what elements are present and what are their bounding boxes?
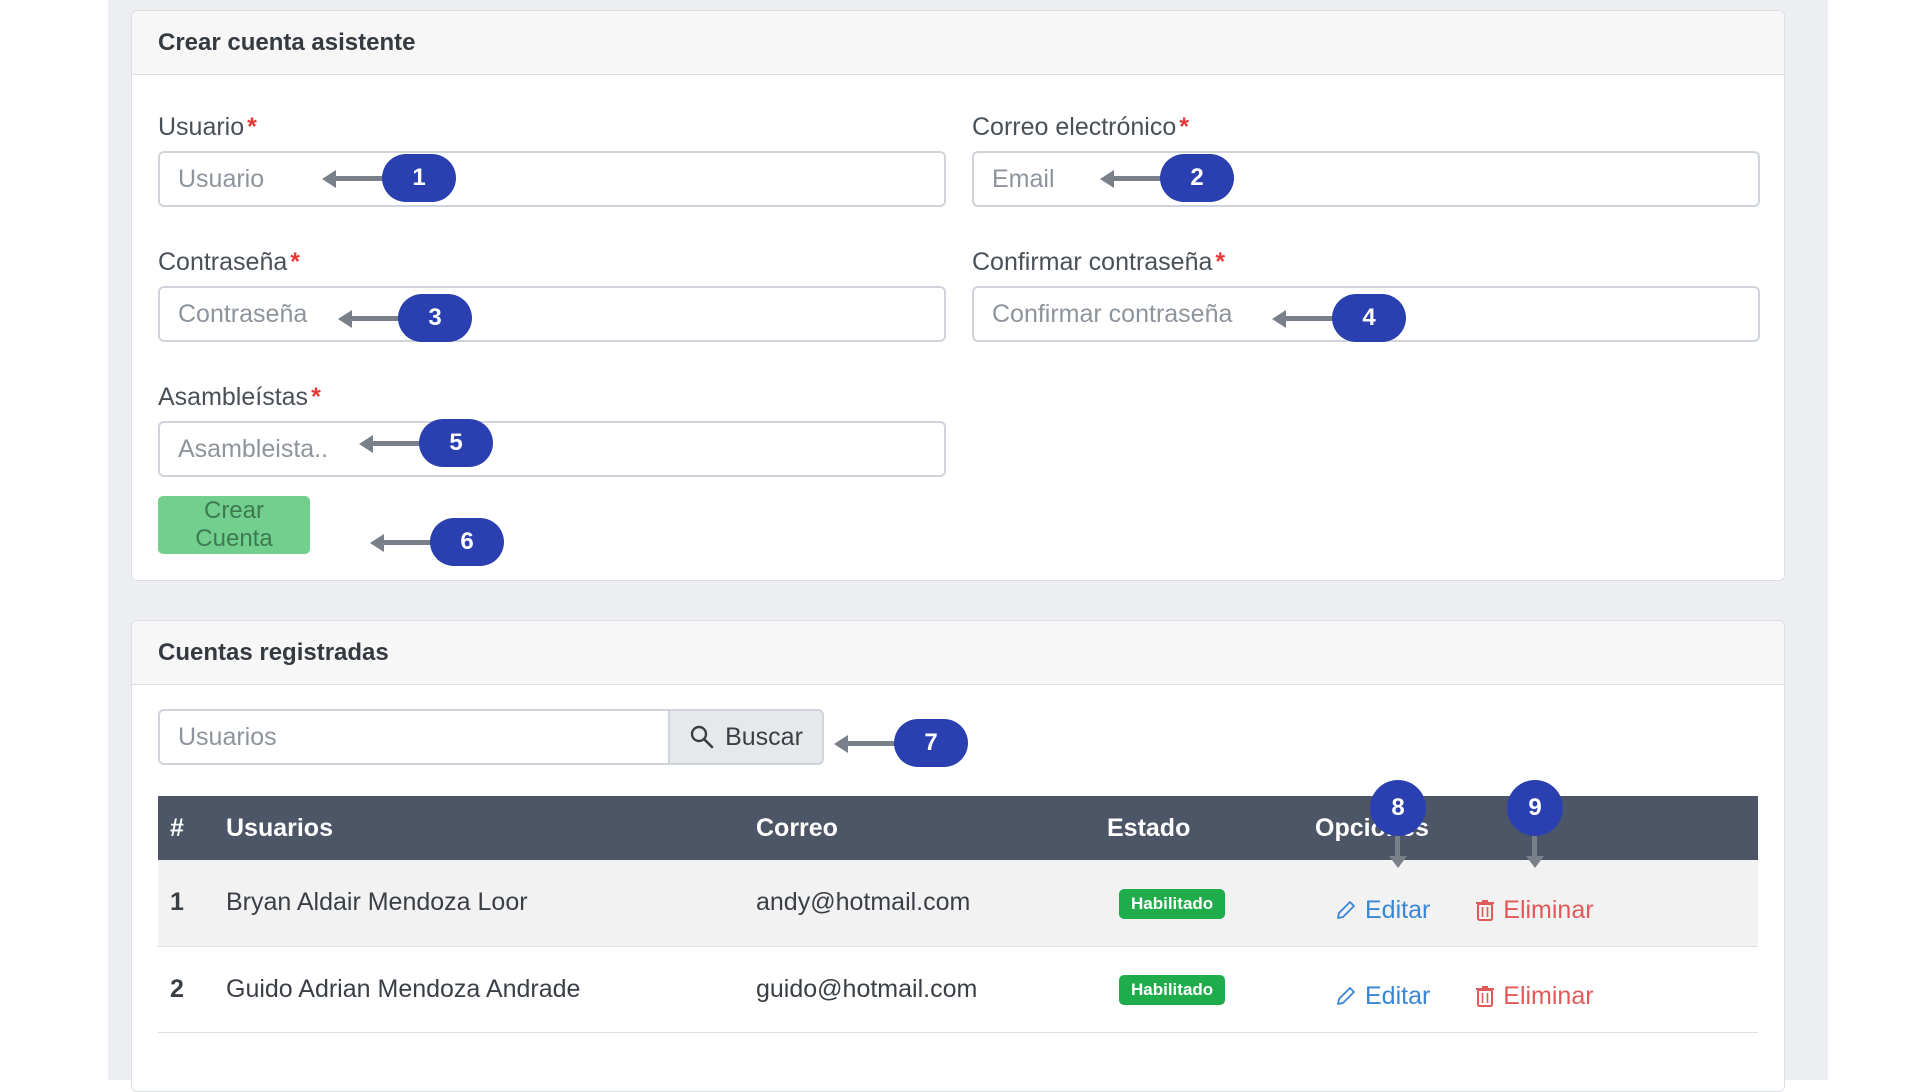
create-account-card: Crear cuenta asistente Usuario* Correo e… — [131, 10, 1785, 581]
confirmar-label: Confirmar contraseña * — [972, 248, 1226, 276]
row-usuario: Bryan Aldair Mendoza Loor — [226, 888, 528, 917]
search-icon — [690, 725, 714, 749]
trash-icon — [1476, 986, 1495, 1008]
required-mark: * — [290, 248, 300, 276]
edit-link[interactable]: Editar — [1335, 982, 1430, 1011]
search-users-input[interactable] — [158, 709, 670, 765]
pencil-icon — [1337, 987, 1355, 1006]
edit-link[interactable]: Editar — [1335, 896, 1430, 925]
row-correo: guido@hotmail.com — [756, 974, 978, 1003]
email-input[interactable] — [972, 151, 1760, 207]
asambleistas-label: Asambleístas * — [158, 383, 321, 411]
create-account-button[interactable]: Crear Cuenta — [158, 496, 310, 554]
row-number: 1 — [170, 888, 184, 917]
row-usuario: Guido Adrian Mendoza Andrade — [226, 974, 581, 1003]
column-header-opciones: Opciones — [1315, 813, 1429, 842]
required-mark: * — [311, 383, 321, 411]
registered-accounts-card: Cuentas registradas Buscar # Usuarios Co… — [131, 620, 1785, 1092]
column-header-correo: Correo — [756, 813, 838, 842]
table-header-row: # Usuarios Correo Estado Opciones — [158, 796, 1758, 860]
usuario-input[interactable] — [158, 151, 946, 207]
delete-link[interactable]: Eliminar — [1475, 982, 1594, 1011]
column-header-estado: Estado — [1107, 813, 1191, 842]
pencil-icon — [1337, 901, 1355, 919]
required-mark: * — [247, 113, 257, 141]
column-header-usuarios: Usuarios — [226, 813, 333, 842]
table-row: 2 Guido Adrian Mendoza Andrade guido@hot… — [158, 946, 1758, 1032]
required-mark: * — [1179, 113, 1189, 141]
delete-link[interactable]: Eliminar — [1475, 896, 1594, 925]
search-button-label: Buscar — [725, 722, 803, 751]
asambleistas-input[interactable] — [158, 421, 946, 477]
row-correo: andy@hotmail.com — [756, 888, 971, 917]
status-badge: Habilitado — [1119, 975, 1226, 1005]
accounts-table: # Usuarios Correo Estado Opciones 1 Brya… — [158, 796, 1758, 1033]
correo-label: Correo electrónico * — [972, 113, 1189, 141]
row-number: 2 — [170, 974, 184, 1003]
contrasena-label: Contraseña * — [158, 248, 300, 276]
registered-accounts-title: Cuentas registradas — [132, 621, 1784, 685]
search-button[interactable]: Buscar — [668, 709, 824, 765]
required-mark: * — [1215, 248, 1226, 276]
trash-icon — [1476, 900, 1495, 921]
usuario-label: Usuario * — [158, 113, 257, 141]
status-badge: Habilitado — [1119, 888, 1226, 919]
create-account-title: Crear cuenta asistente — [132, 11, 1784, 75]
confirm-password-input[interactable] — [972, 286, 1760, 342]
password-input[interactable] — [158, 286, 946, 342]
column-header-number: # — [170, 813, 184, 842]
table-row: 1 Bryan Aldair Mendoza Loor andy@hotmail… — [158, 860, 1758, 946]
